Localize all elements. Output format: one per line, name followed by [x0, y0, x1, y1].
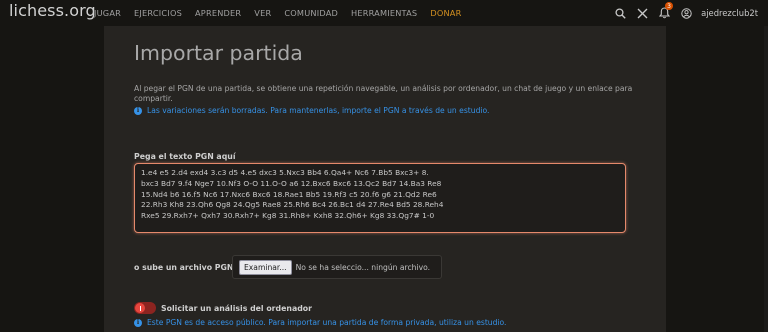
analysis-toggle[interactable] — [134, 302, 156, 314]
info-icon: i — [134, 318, 142, 327]
page-description: Al pegar el PGN de una partida, se obtie… — [134, 84, 633, 103]
file-status: No se ha seleccio... ningún archivo. — [295, 262, 431, 272]
page-scrollbar[interactable] — [764, 26, 768, 332]
close-icon[interactable] — [631, 0, 653, 26]
public-notice[interactable]: i Este PGN es de acceso público. Para im… — [134, 318, 506, 327]
browse-button[interactable]: Examinar... — [239, 259, 292, 275]
top-icons: 3 ajedrezclub2t — [609, 0, 768, 26]
file-upload-label: o sube un archivo PGN — [134, 263, 234, 272]
search-icon[interactable] — [609, 0, 631, 26]
pgn-textarea[interactable]: 1.e4 e5 2.d4 exd4 3.c3 d5 4.e5 dxc3 5.Nx… — [134, 163, 626, 233]
nav-ver[interactable]: Ver — [254, 8, 271, 18]
notifications-button[interactable]: 3 — [653, 0, 675, 26]
pgn-label: Pega el texto PGN aquí — [134, 152, 236, 161]
nav-herramientas[interactable]: Herramientas — [351, 8, 417, 18]
page-title: Importar partida — [134, 41, 303, 65]
notification-badge: 3 — [665, 2, 674, 10]
info-icon: i — [134, 106, 142, 115]
nav-jugar[interactable]: Jugar — [94, 8, 121, 18]
main-nav: Jugar Ejercicios Aprender Ver Comunidad … — [94, 8, 475, 18]
site-logo[interactable]: lichess.org — [9, 1, 96, 20]
nav-donar[interactable]: Donar — [430, 8, 461, 18]
username-link[interactable]: ajedrezclub2t — [701, 8, 758, 18]
public-notice-text[interactable]: Este PGN es de acceso público. Para impo… — [147, 318, 506, 327]
nav-comunidad[interactable]: Comunidad — [284, 8, 338, 18]
nav-ejercicios[interactable]: Ejercicios — [134, 8, 182, 18]
file-input[interactable]: Examinar... No se ha seleccio... ningún … — [232, 255, 442, 279]
variations-notice-text[interactable]: Las variaciones serán borradas. Para man… — [147, 106, 489, 115]
nav-aprender[interactable]: Aprender — [195, 8, 241, 18]
user-circle-icon[interactable] — [675, 0, 697, 26]
toggle-knob — [135, 303, 145, 313]
top-bar: lichess.org Jugar Ejercicios Aprender Ve… — [0, 0, 768, 26]
analysis-toggle-label: Solicitar un análisis del ordenador — [161, 304, 312, 313]
import-panel: Importar partida Al pegar el PGN de una … — [104, 26, 666, 332]
variations-notice[interactable]: i Las variaciones serán borradas. Para m… — [134, 106, 489, 115]
